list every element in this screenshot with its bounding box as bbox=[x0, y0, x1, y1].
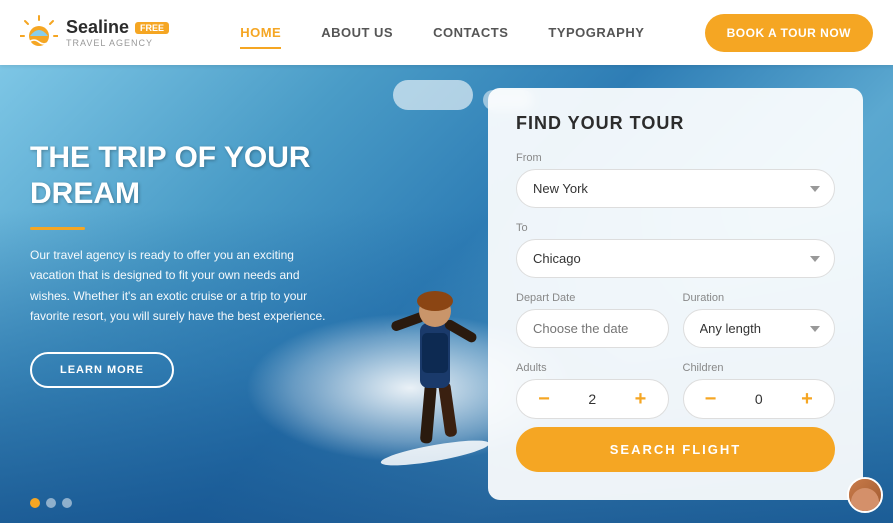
logo-name: Sealine FREE bbox=[66, 17, 169, 38]
adults-col: Adults − 2 + bbox=[516, 362, 669, 419]
find-tour-panel: FIND YOUR TOUR From New York Los Angeles… bbox=[488, 88, 863, 500]
adults-minus-button[interactable]: − bbox=[533, 388, 555, 410]
depart-date-input[interactable] bbox=[516, 309, 669, 348]
duration-col: Duration Any length 1 week 2 weeks 3 wee… bbox=[683, 292, 836, 348]
nav-link-home[interactable]: HOME bbox=[240, 20, 281, 45]
avatar[interactable] bbox=[847, 477, 883, 513]
adults-plus-button[interactable]: + bbox=[629, 388, 651, 410]
book-tour-button[interactable]: BOOK A TOUR NOW bbox=[705, 14, 873, 52]
children-stepper: − 0 + bbox=[683, 379, 836, 419]
from-label: From bbox=[516, 152, 835, 164]
hero-description: Our travel agency is ready to offer you … bbox=[30, 245, 330, 327]
duration-label: Duration bbox=[683, 292, 836, 304]
adults-value: 2 bbox=[588, 391, 596, 407]
date-duration-row: Depart Date Duration Any length 1 week 2… bbox=[516, 292, 835, 348]
children-plus-button[interactable]: + bbox=[796, 388, 818, 410]
slide-dot-2[interactable] bbox=[46, 498, 56, 508]
children-minus-button[interactable]: − bbox=[700, 388, 722, 410]
slide-dot-1[interactable] bbox=[30, 498, 40, 508]
depart-label: Depart Date bbox=[516, 292, 669, 304]
logo-icon bbox=[20, 14, 58, 52]
hero-title: THE TRIP OF YOUR DREAM bbox=[30, 140, 330, 212]
children-label: Children bbox=[683, 362, 836, 374]
children-value: 0 bbox=[755, 391, 763, 407]
passengers-row: Adults − 2 + Children − 0 + bbox=[516, 362, 835, 419]
nav-link-typography[interactable]: TYPOGRAPHY bbox=[548, 20, 644, 45]
to-label: To bbox=[516, 222, 835, 234]
plus-icon-children: + bbox=[801, 389, 813, 409]
avatar-person bbox=[851, 488, 879, 511]
navbar: Sealine FREE Travel agency HOME ABOUT US… bbox=[0, 0, 893, 65]
logo-sub: Travel agency bbox=[66, 38, 169, 48]
hero-content: THE TRIP OF YOUR DREAM Our travel agency… bbox=[30, 140, 330, 388]
adults-label: Adults bbox=[516, 362, 669, 374]
to-select[interactable]: Chicago Miami Seattle Boston bbox=[516, 239, 835, 278]
surfer-figure bbox=[370, 193, 500, 483]
minus-icon-children: − bbox=[705, 389, 717, 409]
slide-dots bbox=[30, 498, 72, 508]
logo-free-badge: FREE bbox=[135, 22, 169, 34]
nav-links: HOME ABOUT US CONTACTS TYPOGRAPHY bbox=[180, 20, 705, 45]
search-flight-button[interactable]: SEARCH FLIGHT bbox=[516, 427, 835, 472]
logo-brand: Sealine bbox=[66, 17, 129, 38]
nav-link-about[interactable]: ABOUT US bbox=[321, 20, 393, 45]
children-col: Children − 0 + bbox=[683, 362, 836, 419]
slide-dot-3[interactable] bbox=[62, 498, 72, 508]
from-group: From New York Los Angeles Chicago Housto… bbox=[516, 152, 835, 208]
adults-stepper: − 2 + bbox=[516, 379, 669, 419]
learn-more-button[interactable]: LEARN MORE bbox=[30, 352, 174, 388]
panel-title: FIND YOUR TOUR bbox=[516, 113, 835, 134]
from-select[interactable]: New York Los Angeles Chicago Houston bbox=[516, 169, 835, 208]
hero-divider bbox=[30, 227, 85, 230]
minus-icon: − bbox=[538, 389, 550, 409]
depart-col: Depart Date bbox=[516, 292, 669, 348]
avatar-inner bbox=[849, 479, 881, 511]
nav-link-contacts[interactable]: CONTACTS bbox=[433, 20, 508, 45]
duration-select[interactable]: Any length 1 week 2 weeks 3 weeks bbox=[683, 309, 836, 348]
to-group: To Chicago Miami Seattle Boston bbox=[516, 222, 835, 278]
cloud-1 bbox=[393, 80, 473, 110]
logo-text-area: Sealine FREE Travel agency bbox=[66, 17, 169, 48]
logo-area: Sealine FREE Travel agency bbox=[20, 14, 180, 52]
plus-icon: + bbox=[635, 389, 647, 409]
